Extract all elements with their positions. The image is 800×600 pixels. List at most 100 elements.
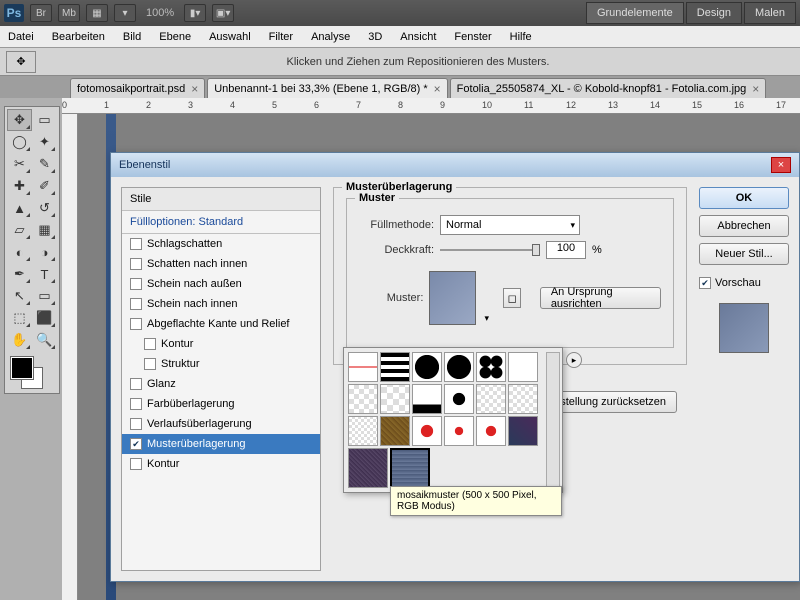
pattern-cell[interactable] <box>508 416 538 446</box>
menu-fenster[interactable]: Fenster <box>454 31 491 43</box>
checkbox-icon[interactable] <box>130 378 142 390</box>
menu-bearbeiten[interactable]: Bearbeiten <box>52 31 105 43</box>
style-item[interactable]: Abgeflachte Kante und Relief <box>122 314 320 334</box>
opacity-slider[interactable] <box>440 242 540 258</box>
brush-tool[interactable]: ✐ <box>32 175 57 197</box>
screenmode-icon[interactable]: ▣▾ <box>212 4 234 22</box>
menu-3d[interactable]: 3D <box>368 31 382 43</box>
style-item[interactable]: Schatten nach innen <box>122 254 320 274</box>
ws-tab-design[interactable]: Design <box>686 2 742 24</box>
style-item[interactable]: Schein nach innen <box>122 294 320 314</box>
menu-filter[interactable]: Filter <box>269 31 293 43</box>
hand-tool[interactable]: ✋ <box>7 329 32 351</box>
pattern-cell[interactable] <box>508 384 538 414</box>
blendmode-select[interactable]: Normal <box>440 215 580 235</box>
pattern-cell[interactable] <box>508 352 538 382</box>
opacity-input[interactable]: 100 <box>546 241 586 259</box>
preview-checkbox[interactable]: ✔ Vorschau <box>699 277 789 289</box>
pattern-cell[interactable] <box>476 416 506 446</box>
pattern-cell[interactable] <box>348 448 388 488</box>
menu-bild[interactable]: Bild <box>123 31 141 43</box>
view-icon[interactable]: ▮▾ <box>184 4 206 22</box>
checkbox-icon[interactable] <box>144 338 156 350</box>
style-item[interactable]: Struktur <box>122 354 320 374</box>
menu-ebene[interactable]: Ebene <box>159 31 191 43</box>
style-item[interactable]: Kontur <box>122 454 320 474</box>
ok-button[interactable]: OK <box>699 187 789 209</box>
pattern-cell[interactable] <box>412 352 442 382</box>
topbar-icon[interactable]: ▦ <box>86 4 108 22</box>
picker-scrollbar[interactable] <box>546 352 560 488</box>
checkbox-icon[interactable] <box>144 358 156 370</box>
move-tool[interactable]: ✥ <box>7 109 32 131</box>
menu-datei[interactable]: Datei <box>8 31 34 43</box>
pattern-cell[interactable] <box>412 416 442 446</box>
ruler-vertical[interactable] <box>62 114 78 600</box>
menu-hilfe[interactable]: Hilfe <box>510 31 532 43</box>
doc-tab[interactable]: Unbenannt-1 bei 33,3% (Ebene 1, RGB/8) *… <box>207 78 447 98</box>
heal-tool[interactable]: ✚ <box>7 175 32 197</box>
pattern-cell[interactable] <box>444 352 474 382</box>
checkbox-icon[interactable] <box>130 298 142 310</box>
pattern-cell[interactable] <box>476 352 506 382</box>
fg-color-swatch[interactable] <box>11 357 33 379</box>
style-item[interactable]: Kontur <box>122 334 320 354</box>
fill-options-item[interactable]: Füllloptionen: Standard <box>122 211 320 234</box>
cancel-button[interactable]: Abbrechen <box>699 215 789 237</box>
lasso-tool[interactable]: ◯ <box>7 131 32 153</box>
newstyle-button[interactable]: Neuer Stil... <box>699 243 789 265</box>
style-item[interactable]: ✔Musterüberlagerung <box>122 434 320 454</box>
crop-tool[interactable]: ✂ <box>7 153 32 175</box>
eyedropper-tool[interactable]: ✎ <box>32 153 57 175</box>
pattern-cell[interactable] <box>348 352 378 382</box>
pattern-cell[interactable] <box>444 416 474 446</box>
minibridge-button[interactable]: Mb <box>58 4 80 22</box>
checkbox-icon[interactable] <box>130 238 142 250</box>
pattern-swatch[interactable] <box>429 271 476 325</box>
bridge-button[interactable]: Br <box>30 4 52 22</box>
menu-auswahl[interactable]: Auswahl <box>209 31 251 43</box>
pattern-cell[interactable] <box>476 384 506 414</box>
3d-tool[interactable]: ⬚ <box>7 307 32 329</box>
marquee-tool[interactable]: ▭ <box>32 109 57 131</box>
pattern-cell[interactable] <box>412 384 442 414</box>
close-icon[interactable]: × <box>752 82 759 96</box>
color-swatches[interactable] <box>7 355 57 391</box>
history-brush-tool[interactable]: ↺ <box>32 197 57 219</box>
style-item[interactable]: Schlagschatten <box>122 234 320 254</box>
pattern-cell[interactable] <box>380 384 410 414</box>
shape-tool[interactable]: ▭ <box>32 285 57 307</box>
checkbox-icon[interactable] <box>130 278 142 290</box>
new-preset-icon[interactable]: ◻ <box>503 288 520 308</box>
current-tool-icon[interactable]: ✥ <box>6 51 36 73</box>
close-icon[interactable]: × <box>191 82 198 96</box>
checkbox-icon[interactable] <box>130 458 142 470</box>
style-item[interactable]: Farbüberlagerung <box>122 394 320 414</box>
style-item[interactable]: Glanz <box>122 374 320 394</box>
close-icon[interactable]: × <box>771 157 791 173</box>
stamp-tool[interactable]: ▲ <box>7 197 32 219</box>
ruler-horizontal[interactable]: 01234567891011121314151617 <box>62 98 800 114</box>
path-tool[interactable]: ↖ <box>7 285 32 307</box>
checkbox-icon[interactable] <box>130 418 142 430</box>
zoom-tool[interactable]: 🔍 <box>32 329 57 351</box>
snap-origin-button[interactable]: An Ursprung ausrichten <box>540 287 661 309</box>
pattern-cell[interactable] <box>380 416 410 446</box>
blur-tool[interactable]: ◐ <box>7 241 32 263</box>
dodge-tool[interactable]: ◑ <box>32 241 57 263</box>
wand-tool[interactable]: ✦ <box>32 131 57 153</box>
type-tool[interactable]: T <box>32 263 57 285</box>
gradient-tool[interactable]: ▦ <box>32 219 57 241</box>
style-item[interactable]: Verlaufsüberlagerung <box>122 414 320 434</box>
checkbox-icon[interactable] <box>130 258 142 270</box>
menu-analyse[interactable]: Analyse <box>311 31 350 43</box>
pattern-cell-selected[interactable] <box>390 448 430 488</box>
pattern-cell[interactable] <box>348 416 378 446</box>
checkbox-icon[interactable] <box>130 398 142 410</box>
close-icon[interactable]: × <box>434 82 441 96</box>
ws-tab-grundelemente[interactable]: Grundelemente <box>586 2 684 24</box>
topbar-icon[interactable]: ▾ <box>114 4 136 22</box>
checkbox-icon[interactable] <box>130 318 142 330</box>
zoom-level[interactable]: 100% <box>146 7 174 19</box>
pattern-cell[interactable] <box>348 384 378 414</box>
